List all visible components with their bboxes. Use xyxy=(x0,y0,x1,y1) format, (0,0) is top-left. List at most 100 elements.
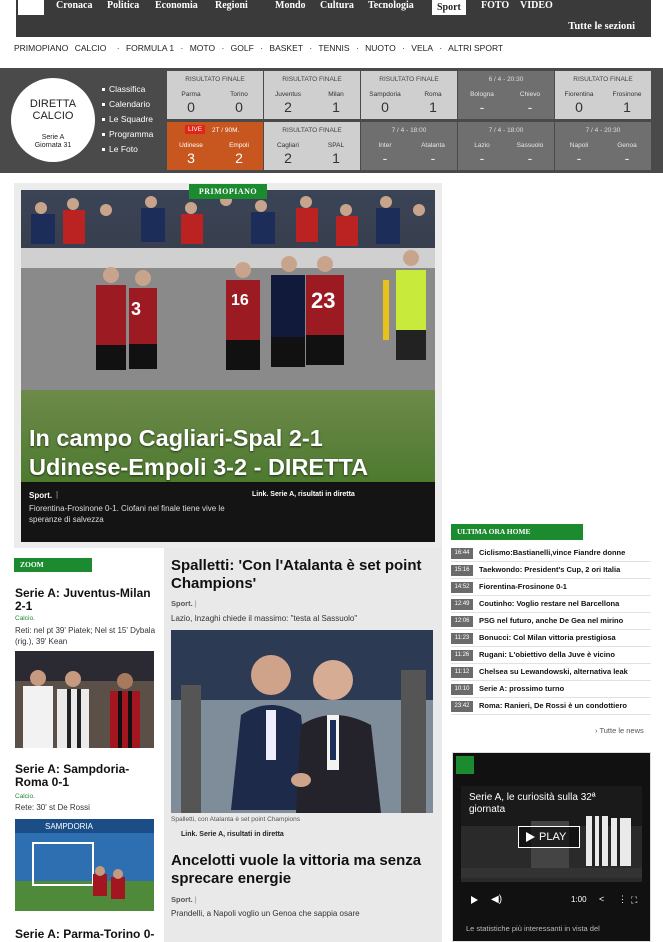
diretta-league: Serie A xyxy=(41,134,65,141)
all-sections-link[interactable]: Tutte le sezioni xyxy=(568,21,635,32)
subnav-item-primopiano[interactable]: PRIMOPIANO xyxy=(14,43,68,53)
article-subtitle[interactable]: Lazio, Inzaghi chiede il massimo: "testa… xyxy=(171,614,357,623)
play-small-icon[interactable] xyxy=(471,896,478,904)
nav-item-tecnologia[interactable]: Tecnologia xyxy=(368,0,414,11)
article-title-spalletti[interactable]: Spalletti: 'Con l'Atalanta è set point C… xyxy=(171,557,433,593)
nav-item-regioni[interactable]: Regioni xyxy=(215,0,248,11)
nav-item-cultura[interactable]: Cultura xyxy=(320,0,354,11)
match-card[interactable]: RISULTATO FINALE Fiorentina Frosinone 0 … xyxy=(555,71,651,119)
spalletti-gasperini-photo[interactable] xyxy=(171,630,433,813)
match-card-live[interactable]: LIVE 2T / 90M. Udinese Empoli 3 2 xyxy=(167,122,263,170)
subnav-item-calcio[interactable]: CALCIO xyxy=(75,43,107,53)
subnav-item-basket[interactable]: BASKET xyxy=(269,43,303,53)
subnav-item-moto[interactable]: MOTO xyxy=(190,43,215,53)
match-card[interactable]: 7 / 4 - 18:00 Lazio Sassuolo - - xyxy=(458,122,554,170)
zoom-article-category[interactable]: Calcio. xyxy=(15,615,35,622)
article-sport-label[interactable]: Sport. | xyxy=(171,599,197,608)
nav-item-cronaca[interactable]: Cronaca xyxy=(56,0,92,11)
home-score: - xyxy=(576,150,582,166)
nav-item-video[interactable]: VIDEO xyxy=(520,0,553,11)
diretta-calcio-badge[interactable]: DIRETTA CALCIO Serie A Giornata 31 xyxy=(11,78,95,162)
zoom-article-title[interactable]: Serie A: Juventus-Milan 2-1 xyxy=(15,587,155,613)
related-link[interactable]: Link. Serie A, risultati in diretta xyxy=(181,831,284,838)
menu-item-classifica[interactable]: Classifica xyxy=(102,82,153,97)
news-time: 10:10 xyxy=(451,684,473,695)
match-status: RISULTATO FINALE xyxy=(282,127,342,134)
news-item[interactable]: 14:52 Fiorentina-Frosinone 0-1 xyxy=(451,579,651,596)
subnav-item-nuoto[interactable]: NUOTO xyxy=(365,43,396,53)
news-item[interactable]: 15:16 Taekwondo: President's Cup, 2 ori I… xyxy=(451,562,651,579)
diretta-menu: Classifica Calendario Le Squadre Program… xyxy=(102,82,153,157)
news-headline: Rugani: L'obiettivo della Juve è vicino xyxy=(479,650,615,659)
feature-footer: Sport. | Fiorentina-Frosinone 0-1. Ciofa… xyxy=(21,483,435,542)
match-card[interactable]: 6 / 4 - 20:30 Bologna Chievo - - xyxy=(458,71,554,119)
zoom-article-title[interactable]: Serie A: Parma-Torino 0- xyxy=(15,928,155,941)
jersey-number: 16 xyxy=(231,292,249,309)
share-icon[interactable]: < xyxy=(599,894,604,904)
subnav-separator: · xyxy=(260,43,264,53)
nav-item-mondo[interactable]: Mondo xyxy=(275,0,306,11)
news-item[interactable]: 23:42 Roma: Ranieri, De Rossi è un condot… xyxy=(451,698,651,715)
all-news-link[interactable]: › Tutte le news xyxy=(595,726,644,735)
site-logo[interactable] xyxy=(18,0,44,15)
match-card[interactable]: 7 / 4 - 18:00 Inter Atalanta - - xyxy=(361,122,457,170)
home-score: 0 xyxy=(187,99,195,115)
subnav-item-altri-sport[interactable]: ALTRI SPORT xyxy=(448,43,503,53)
match-card[interactable]: RISULTATO FINALE Cagliari SPAL 2 1 xyxy=(264,122,360,170)
nav-item-politica[interactable]: Politica xyxy=(107,0,139,11)
menu-item-foto[interactable]: Le Foto xyxy=(102,142,153,157)
news-time: 12:06 xyxy=(451,616,473,627)
news-item[interactable]: 12:49 Coutinho: Voglio restare nel Barcel… xyxy=(451,596,651,613)
away-team: Sassuolo xyxy=(516,142,544,149)
more-icon[interactable]: ⋮ xyxy=(618,894,627,905)
menu-item-programma[interactable]: Programma xyxy=(102,127,153,142)
match-card[interactable]: RISULTATO FINALE Sampdoria Roma 0 1 xyxy=(361,71,457,119)
primopiano-badge[interactable]: PRIMOPIANO xyxy=(189,184,267,199)
zoom-article-category[interactable]: Calcio. xyxy=(15,793,35,800)
news-item[interactable]: 11:23 Bonucci: Col Milan vittoria prestig… xyxy=(451,630,651,647)
nav-item-sport[interactable]: Sport xyxy=(432,0,466,15)
feature-subtitle[interactable]: Fiorentina-Frosinone 0-1. Ciofani nel fi… xyxy=(29,503,239,525)
news-headline: Bonucci: Col Milan vittoria prestigiosa xyxy=(479,633,616,642)
news-item[interactable]: 10:10 Serie A: prossimo turno xyxy=(451,681,651,698)
menu-item-squadre[interactable]: Le Squadre xyxy=(102,112,153,127)
zoom-article-image[interactable] xyxy=(15,651,154,748)
video-channel-logo xyxy=(456,756,474,774)
match-card[interactable]: RISULTATO FINALE Parma Torino 0 0 xyxy=(167,71,263,119)
news-item[interactable]: 11:12 Chelsea su Lewandowski, alternativa… xyxy=(451,664,651,681)
news-headline: Coutinho: Voglio restare nel Barcellona xyxy=(479,599,620,608)
subnav-item-vela[interactable]: VELA xyxy=(411,43,433,53)
home-score: - xyxy=(382,150,388,166)
menu-item-calendario[interactable]: Calendario xyxy=(102,97,153,112)
news-item[interactable]: 12:06 PSG nel futuro, anche De Gea nel mi… xyxy=(451,613,651,630)
zoom-article-image[interactable]: SAMPDORIA xyxy=(15,819,154,911)
match-status: 7 / 4 - 18:00 xyxy=(391,127,427,134)
feature-sport-label[interactable]: Sport. xyxy=(29,491,52,500)
match-card[interactable]: RISULTATO FINALE Juventus Milan 2 1 xyxy=(264,71,360,119)
nav-item-economia[interactable]: Economia xyxy=(155,0,198,11)
feature-headline-line2: Udinese-Empoli 3-2 - DIRETTA xyxy=(29,454,369,480)
article-subtitle[interactable]: Prandelli, a Napoli voglio un Genoa che … xyxy=(171,909,360,918)
article-sport-label[interactable]: Sport. | xyxy=(171,895,197,904)
subnav-item-tennis[interactable]: TENNIS xyxy=(318,43,349,53)
feature-headline[interactable]: In campo Cagliari-Spal 2-1 Udinese-Empol… xyxy=(29,424,433,482)
news-headline: Chelsea su Lewandowski, alternativa leak xyxy=(479,667,628,676)
feature-related-link[interactable]: Link. Serie A, risultati in diretta xyxy=(252,491,355,498)
fullscreen-icon[interactable]: ⛶ xyxy=(631,895,637,906)
zoom-article-title[interactable]: Serie A: Sampdoria-Roma 0-1 xyxy=(15,763,155,789)
play-button[interactable]: PLAY xyxy=(518,826,580,848)
match-card[interactable]: 7 / 4 - 20:30 Napoli Genoa - - xyxy=(555,122,651,170)
news-item[interactable]: 11:26 Rugani: L'obiettivo della Juve è vi… xyxy=(451,647,651,664)
subnav-item-formula1[interactable]: FORMULA 1 xyxy=(126,43,174,53)
subnav-item-golf[interactable]: GOLF xyxy=(231,43,254,53)
photo-caption: Spalletti, con Atalanta è set point Cham… xyxy=(171,816,300,823)
article-title-ancelotti[interactable]: Ancelotti vuole la vittoria ma senza spr… xyxy=(171,852,433,888)
nav-item-foto[interactable]: FOTO xyxy=(481,0,509,11)
news-item[interactable]: 16:44 Ciclismo:Bastianelli,vince Fiandre … xyxy=(451,545,651,562)
subnav-separator: · xyxy=(116,43,120,53)
away-score: - xyxy=(527,99,533,115)
match-status: 6 / 4 - 20:30 xyxy=(488,76,524,83)
volume-icon[interactable]: ◀) xyxy=(491,894,502,905)
away-score: 1 xyxy=(332,150,340,166)
match-status: RISULTATO FINALE xyxy=(573,76,633,83)
